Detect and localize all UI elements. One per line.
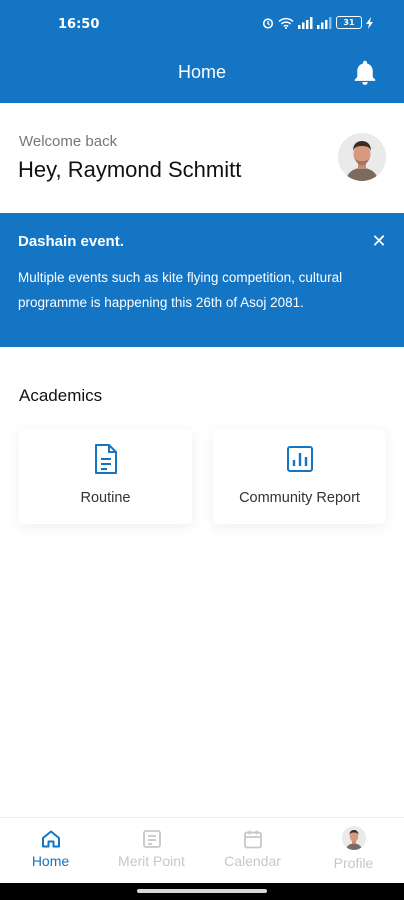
avatar-portrait — [338, 133, 386, 181]
nav-item-profile[interactable]: Profile — [303, 818, 404, 884]
document-icon — [94, 444, 117, 474]
nav-label-merit-point: Merit Point — [118, 853, 185, 869]
welcome-section: Welcome back Hey, Raymond Schmitt — [0, 103, 404, 213]
app-bar: Home — [0, 42, 404, 103]
page-title: Home — [177, 62, 226, 82]
receipt-icon — [142, 830, 161, 848]
bottom-nav: Home Merit Point Calendar Profile — [0, 817, 404, 883]
signal-icon-2 — [317, 16, 332, 29]
nav-item-merit-point[interactable]: Merit Point — [101, 818, 202, 884]
avatar[interactable] — [338, 133, 386, 181]
bell-icon[interactable] — [350, 58, 380, 88]
announcement-banner: Dashain event. ✕ Multiple events such as… — [0, 213, 404, 347]
nav-item-calendar[interactable]: Calendar — [202, 818, 303, 884]
signal-icon — [298, 16, 313, 29]
announcement-title: Dashain event. — [18, 233, 124, 250]
community-report-card[interactable]: Community Report — [213, 429, 386, 524]
community-report-label: Community Report — [239, 490, 360, 506]
status-bar: 16:50 31 — [0, 0, 404, 42]
status-time: 16:50 — [58, 17, 100, 32]
battery-level: 31 — [336, 16, 362, 29]
calendar-icon — [243, 830, 262, 849]
home-icon — [41, 830, 60, 848]
routine-card[interactable]: Routine — [19, 429, 192, 524]
home-gesture-bar[interactable] — [137, 889, 267, 893]
avatar — [341, 826, 366, 850]
nav-item-home[interactable]: Home — [0, 818, 101, 884]
close-icon[interactable]: ✕ — [368, 231, 390, 253]
nav-label-profile: Profile — [333, 855, 374, 871]
routine-label: Routine — [80, 490, 131, 506]
section-title-academics: Academics — [19, 386, 103, 405]
status-icons: 31 — [262, 16, 374, 29]
nav-label-home: Home — [31, 853, 70, 869]
profile-avatar-portrait — [341, 826, 366, 850]
user-name: Hey, Raymond Schmitt — [18, 157, 242, 182]
welcome-greeting: Welcome back — [19, 133, 118, 150]
wifi-icon — [278, 17, 294, 29]
charging-icon — [366, 16, 373, 29]
alarm-icon — [262, 17, 274, 29]
bar-chart-icon — [286, 446, 313, 472]
nav-label-calendar: Calendar — [224, 853, 281, 869]
gesture-area — [0, 883, 404, 900]
announcement-body: Multiple events such as kite flying comp… — [18, 270, 343, 310]
